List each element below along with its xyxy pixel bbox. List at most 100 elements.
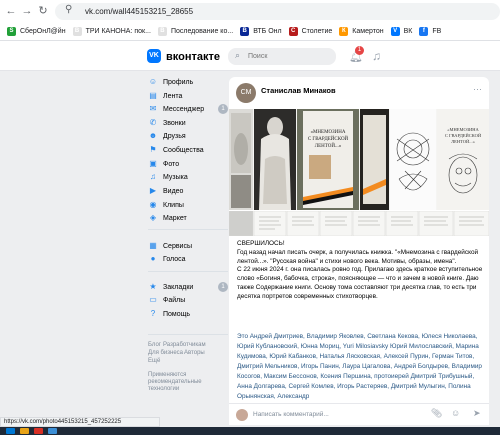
bookmark-favicon-icon: В <box>240 27 250 36</box>
post-photo-thumbnails[interactable] <box>229 210 489 237</box>
bookmark-item[interactable]: V ВК <box>390 27 412 36</box>
bookmark-favicon-icon: В <box>157 27 167 36</box>
explorer-icon[interactable] <box>20 428 29 434</box>
sidebar-item-icon: ▣ <box>149 159 157 168</box>
sidebar-item-icon: ☻ <box>148 131 158 140</box>
sidebar-item-icon: ? <box>150 309 156 318</box>
sidebar-item[interactable]: ▣ Фото <box>148 158 228 170</box>
sidebar-item[interactable]: ☺ Профиль <box>148 76 228 88</box>
sidebar-item[interactable]: ▦ Сервисы <box>148 240 228 252</box>
sidebar-item[interactable]: ◈ Маркет <box>148 212 228 224</box>
footer-link-business[interactable]: Для бизнеса <box>148 350 183 356</box>
sidebar-item-label: Музыка <box>163 173 188 181</box>
sidebar-item[interactable]: ★ Закладки 1 <box>148 281 228 293</box>
sidebar-item[interactable]: ◉ Клипы <box>148 199 228 211</box>
sidebar-item-label: Друзья <box>163 132 186 140</box>
music-note-icon[interactable]: ♫ <box>372 49 381 63</box>
search-input[interactable] <box>248 51 328 62</box>
sidebar-item-label: Сервисы <box>163 242 193 250</box>
bookmark-favicon-icon: S <box>7 27 16 36</box>
emoji-icon[interactable]: ☺ <box>451 408 460 418</box>
comment-bar: 📎︎ ☺ ➤ <box>229 403 489 425</box>
sidebar-item-label: Файлы <box>163 296 186 304</box>
sidebar-item[interactable]: ▭ Файлы <box>148 294 228 306</box>
sidebar-item-icon: ⚑ <box>149 145 157 154</box>
sidebar-item-label: Фото <box>163 160 180 168</box>
sidebar-item-icon: ✆ <box>149 118 157 127</box>
svg-text:С ГВАРДЕЙСКОЙ: С ГВАРДЕЙСКОЙ <box>445 133 482 138</box>
bookmark-item[interactable]: S СберОнЛ@йн <box>7 27 66 36</box>
sidebar-divider <box>148 271 228 272</box>
forward-icon[interactable]: → <box>20 4 34 18</box>
attach-icon[interactable]: 📎︎ <box>431 408 442 419</box>
address-bar[interactable]: ⚲ vk.com/wall445153215_28655 <box>55 3 500 20</box>
bookmark-favicon-icon: К <box>339 27 349 36</box>
search-icon: ⌕ <box>235 50 241 60</box>
site-info-icon[interactable]: ⚲ <box>65 4 72 15</box>
svg-text:«МНЕМОЗИНА: «МНЕМОЗИНА <box>447 127 479 132</box>
sidebar-item-icon: ▶ <box>149 186 157 195</box>
footer-link-blog[interactable]: Блог <box>148 342 161 348</box>
bookmark-label: Столетие <box>301 28 333 35</box>
post-paragraph: Год назад начал писать очерк, а получила… <box>237 248 479 265</box>
bookmark-item[interactable]: В ТРИ КАНОНА: пок... <box>72 27 151 36</box>
bookmark-label: ТРИ КАНОНА: пок... <box>85 28 151 35</box>
sidebar-item[interactable]: ▤ Лента <box>148 90 228 102</box>
sidebar-item-icon: ♫ <box>150 172 156 181</box>
sidebar-item[interactable]: ☻ Друзья <box>148 130 228 142</box>
post-author-list[interactable]: Это Андрей Дмитриев, Владимир Яковлев, С… <box>237 332 485 402</box>
left-sidebar: ☺ Профиль ▤ Лента ✉ Мессенджер 1 ✆ Звонки ☻ Друзья… <box>148 72 228 407</box>
bookmark-favicon-icon: V <box>390 27 400 36</box>
sidebar-item[interactable]: ● Голоса <box>148 253 228 265</box>
footer-link-more[interactable]: Ещё <box>148 358 160 364</box>
sidebar-item-label: Звонки <box>163 119 186 127</box>
sidebar-item-icon: ▭ <box>149 295 157 304</box>
send-icon[interactable]: ➤ <box>473 408 481 419</box>
post-photo-collage[interactable]: «МНЕМОЗИНА С ГВАРДЕЙСКОЙ ЛЕНТОЙ...» «МНЕ… <box>229 109 489 210</box>
sidebar-item-icon: ☺ <box>148 77 158 86</box>
post-more-icon[interactable]: ⋯ <box>473 84 482 95</box>
bookmark-label: Последование ко... <box>170 28 234 35</box>
sidebar-item[interactable]: ⚑ Сообщества <box>148 144 228 156</box>
sidebar-item-icon: ▤ <box>149 91 157 100</box>
sidebar-item[interactable]: ✆ Звонки <box>148 117 228 129</box>
post-author-name[interactable]: Станислав Минаков <box>261 86 336 95</box>
svg-text:«МНЕМОЗИНА: «МНЕМОЗИНА <box>310 130 345 135</box>
chrome-icon[interactable] <box>34 428 43 434</box>
svg-text:ЛЕНТОЙ...»: ЛЕНТОЙ...» <box>315 143 342 149</box>
reload-icon[interactable]: ↻ <box>36 4 50 18</box>
sidebar-item-label: Закладки <box>163 283 194 291</box>
start-icon[interactable] <box>6 428 15 434</box>
app-icon[interactable] <box>48 428 57 434</box>
sidebar-item-label: Голоса <box>163 255 186 263</box>
sidebar-item[interactable]: ? Помощь <box>148 308 228 320</box>
bookmark-item[interactable]: В Последование ко... <box>157 27 234 36</box>
comment-input[interactable] <box>253 409 423 420</box>
sidebar-item-label: Маркет <box>163 214 187 222</box>
footer-link-recommend[interactable]: Применяются рекомендательные технологии <box>148 372 206 393</box>
vk-logo[interactable]: VK <box>147 49 161 63</box>
vk-brand[interactable]: вконтакте <box>166 51 220 63</box>
search-box[interactable]: ⌕ <box>228 48 336 65</box>
bookmark-item[interactable]: В ВТБ Онл <box>240 27 282 36</box>
bookmark-label: FB <box>432 28 442 35</box>
post-text: СВЕРШИЛОСЬ! Год назад начал писать очерк… <box>237 240 485 302</box>
bookmark-item[interactable]: С Столетие <box>288 27 333 36</box>
sidebar-item[interactable]: ✉ Мессенджер 1 <box>148 103 228 115</box>
bookmark-favicon-icon: f <box>419 27 429 36</box>
post-paragraph: С 22 июня 2024 г. она писалась ровно год… <box>237 266 483 300</box>
bookmark-label: ВТБ Онл <box>253 28 282 35</box>
sidebar-item-icon: ★ <box>149 282 157 291</box>
bookmark-item[interactable]: f FB <box>419 27 441 36</box>
author-avatar[interactable]: СМ <box>236 83 256 103</box>
sidebar-item[interactable]: ▶ Видео <box>148 185 228 197</box>
footer-link-devs[interactable]: Разработчикам <box>163 342 206 348</box>
post-paragraph: СВЕРШИЛОСЬ! <box>237 240 285 247</box>
status-bar-url: https://vk.com/photo445153215_457252225 <box>0 417 160 427</box>
back-icon[interactable]: ← <box>4 4 18 18</box>
sidebar-item-label: Профиль <box>163 78 194 86</box>
footer-link-authors[interactable]: Авторы <box>184 350 205 356</box>
sidebar-item-label: Клипы <box>163 201 184 209</box>
sidebar-item[interactable]: ♫ Музыка <box>148 171 228 183</box>
bookmark-item[interactable]: К Камертон <box>339 27 384 36</box>
